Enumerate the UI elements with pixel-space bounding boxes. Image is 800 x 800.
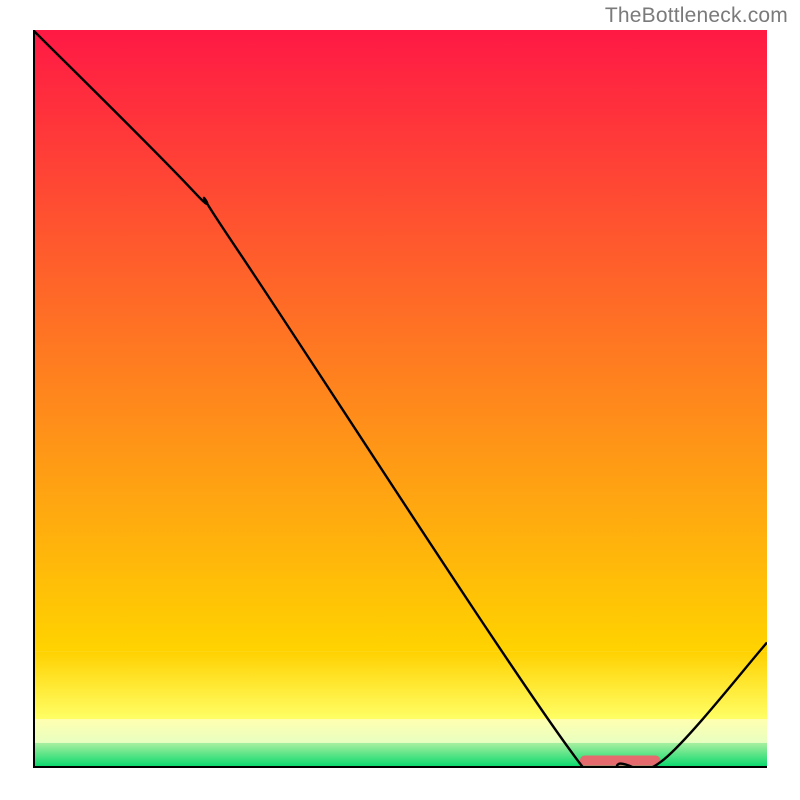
plot-area xyxy=(33,30,767,768)
background-band xyxy=(33,719,767,743)
watermark-label: TheBottleneck.com xyxy=(605,4,788,28)
background-band xyxy=(33,651,767,719)
chart-stage: TheBottleneck.com xyxy=(0,0,800,800)
background-band xyxy=(33,30,767,651)
plot-svg xyxy=(33,30,767,768)
